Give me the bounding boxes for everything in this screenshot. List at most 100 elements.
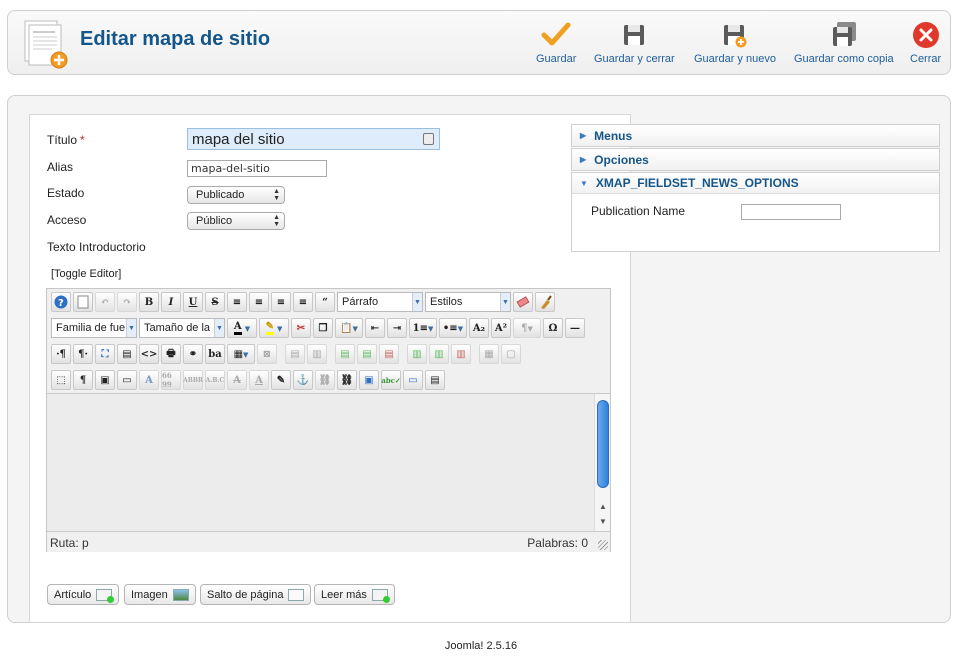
- visual-aid-icon[interactable]: ⬚: [51, 370, 71, 390]
- merge-cells-icon[interactable]: ▢: [501, 344, 521, 364]
- cleanup-broom-icon[interactable]: [535, 292, 555, 312]
- styles-select[interactable]: Estilos ▼: [425, 292, 511, 312]
- delete-col-icon[interactable]: ▥: [451, 344, 471, 364]
- editor-scrollbar[interactable]: ▲ ▼: [594, 394, 610, 532]
- del-icon[interactable]: A: [227, 370, 247, 390]
- col-after-icon[interactable]: ▥: [429, 344, 449, 364]
- align-justify-icon[interactable]: ≡: [227, 292, 247, 312]
- subscript-icon[interactable]: A₂: [469, 318, 489, 338]
- scrollbar-thumb[interactable]: [597, 400, 609, 488]
- help-icon[interactable]: ?: [51, 292, 71, 312]
- new-document-icon[interactable]: [73, 292, 93, 312]
- panel-opciones-header[interactable]: ▶ Opciones: [572, 149, 939, 170]
- title-input[interactable]: mapa del sitio: [187, 128, 440, 150]
- paste-icon[interactable]: 📋 ▼: [335, 318, 363, 338]
- panel-menus-header[interactable]: ▶ Menus: [572, 125, 939, 146]
- font-family-select[interactable]: Familia de fue ▼: [51, 318, 137, 338]
- template-icon[interactable]: ▣: [95, 370, 115, 390]
- toggle-editor-link[interactable]: [Toggle Editor]: [51, 268, 121, 280]
- align-center-icon[interactable]: ≡: [249, 292, 269, 312]
- abbr-icon[interactable]: ABBR: [183, 370, 203, 390]
- bullet-list-icon[interactable]: •≡ ▼: [439, 318, 467, 338]
- font-size-select[interactable]: Tamaño de la ▼: [139, 318, 225, 338]
- align-right-icon[interactable]: ≡: [293, 292, 313, 312]
- attributes-icon[interactable]: ✎: [271, 370, 291, 390]
- print-icon[interactable]: 🖶: [161, 344, 181, 364]
- style-props-icon[interactable]: A: [139, 370, 159, 390]
- scroll-up-icon[interactable]: ▲: [599, 502, 607, 511]
- cite-icon[interactable]: 66 99: [161, 370, 181, 390]
- insert-article-button[interactable]: Artículo: [47, 584, 120, 605]
- cut-icon[interactable]: ✂: [291, 318, 311, 338]
- outdent-icon[interactable]: ⇤: [365, 318, 385, 338]
- undo-icon[interactable]: ↶: [95, 292, 115, 312]
- col-before-icon[interactable]: ▥: [407, 344, 427, 364]
- panel-news-options-header[interactable]: ▼ XMAP_FIELDSET_NEWS_OPTIONS: [572, 173, 939, 194]
- numbered-list-icon[interactable]: 1≡ ▼: [409, 318, 437, 338]
- delete-table-icon[interactable]: ⊠: [257, 344, 277, 364]
- panel-menus[interactable]: ▶ Menus: [571, 124, 940, 147]
- ins-icon[interactable]: A: [249, 370, 269, 390]
- publication-name-input[interactable]: [741, 204, 841, 220]
- paste-text-icon[interactable]: ▤: [117, 344, 137, 364]
- copy-icon[interactable]: ❐: [313, 318, 333, 338]
- eraser-icon[interactable]: [513, 292, 533, 312]
- find-icon[interactable]: ⚭: [183, 344, 203, 364]
- unlink-icon[interactable]: ⛓: [315, 370, 335, 390]
- strikethrough-icon[interactable]: S: [205, 292, 225, 312]
- row-after-icon[interactable]: ▤: [357, 344, 377, 364]
- bold-icon[interactable]: B: [139, 292, 159, 312]
- alias-input[interactable]: mapa-del-sitio: [187, 160, 327, 177]
- image-insert-icon[interactable]: ▣: [359, 370, 379, 390]
- indent-icon[interactable]: ⇥: [387, 318, 407, 338]
- text-color-icon[interactable]: A ▼: [227, 318, 257, 338]
- highlight-color-icon[interactable]: ✎ ▼: [259, 318, 289, 338]
- save-close-button[interactable]: Guardar y cerrar: [594, 21, 675, 65]
- save-copy-button[interactable]: Guardar como copia: [794, 21, 894, 65]
- element-path: Ruta: p: [50, 536, 89, 550]
- preview-icon[interactable]: ▤: [425, 370, 445, 390]
- close-button[interactable]: Cerrar: [910, 21, 941, 65]
- format-select[interactable]: Párrafo ▼: [337, 292, 423, 312]
- split-cells-icon[interactable]: ▦: [479, 344, 499, 364]
- row-props-icon[interactable]: ▤: [285, 344, 305, 364]
- panel-opciones[interactable]: ▶ Opciones: [571, 148, 940, 171]
- ltr-icon[interactable]: ·¶: [51, 344, 71, 364]
- dim-style-icon[interactable]: ¶ ▼: [513, 318, 541, 338]
- acceso-select[interactable]: Público ▲ ▼: [187, 212, 285, 230]
- special-char-icon[interactable]: Ω: [543, 318, 563, 338]
- show-blocks-icon[interactable]: ¶: [73, 370, 93, 390]
- read-more-button[interactable]: Leer más: [314, 584, 395, 605]
- code-icon[interactable]: <>: [139, 344, 159, 364]
- italic-icon[interactable]: I: [161, 292, 181, 312]
- redo-icon[interactable]: ↷: [117, 292, 137, 312]
- fullscreen-icon[interactable]: ⛶: [95, 344, 115, 364]
- media-icon[interactable]: ▭: [403, 370, 423, 390]
- resize-grip-icon[interactable]: [598, 540, 608, 550]
- table-icon[interactable]: ▦ ▼: [227, 344, 255, 364]
- editor-content-area[interactable]: ▲ ▼: [47, 393, 610, 532]
- scroll-down-icon[interactable]: ▼: [599, 517, 607, 526]
- acronym-icon[interactable]: A.B.C: [205, 370, 225, 390]
- align-left-icon[interactable]: ≡: [271, 292, 291, 312]
- row-before-icon[interactable]: ▤: [335, 344, 355, 364]
- page-break-button[interactable]: Salto de página: [200, 584, 312, 605]
- input-contact-icon[interactable]: [423, 133, 434, 145]
- horizontal-rule-icon[interactable]: —: [565, 318, 585, 338]
- save-new-button[interactable]: Guardar y nuevo: [694, 21, 776, 65]
- estado-select[interactable]: Publicado ▲ ▼: [187, 186, 285, 204]
- save-button[interactable]: Guardar: [536, 21, 576, 65]
- superscript-icon[interactable]: A²: [491, 318, 511, 338]
- footer-version: Joomla! 2.5.16: [444, 640, 518, 652]
- insert-image-button[interactable]: Imagen: [124, 584, 196, 605]
- underline-icon[interactable]: U: [183, 292, 203, 312]
- rtl-icon[interactable]: ¶·: [73, 344, 93, 364]
- blockquote-icon[interactable]: “: [315, 292, 335, 312]
- link-icon[interactable]: ⛓: [337, 370, 357, 390]
- spellcheck-icon[interactable]: abc✓: [381, 370, 401, 390]
- anchor-icon[interactable]: ⚓: [293, 370, 313, 390]
- cell-props-icon[interactable]: ▥: [307, 344, 327, 364]
- delete-row-icon[interactable]: ▤: [379, 344, 399, 364]
- replace-icon[interactable]: ba: [205, 344, 225, 364]
- insert-layer-icon[interactable]: ▭: [117, 370, 137, 390]
